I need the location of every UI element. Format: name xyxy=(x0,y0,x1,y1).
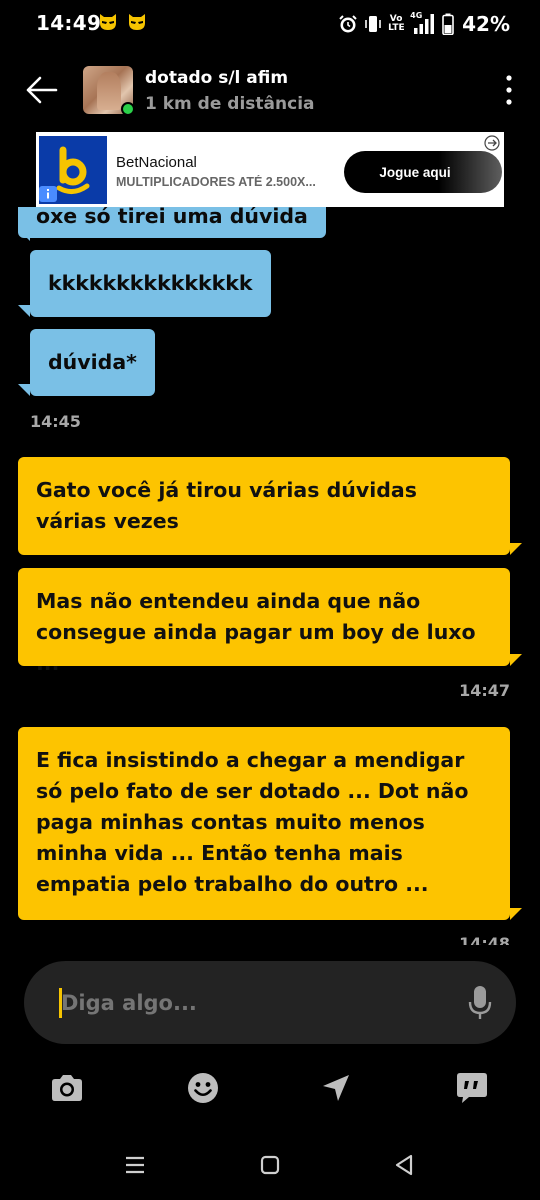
bubble-tail xyxy=(510,654,522,666)
contact-distance: 1 km de distância xyxy=(145,94,315,114)
battery-percentage: 42% xyxy=(462,12,510,36)
message-bubble-incoming[interactable]: kkkkkkkkkkkkkkk xyxy=(30,250,271,317)
back-nav-icon[interactable] xyxy=(391,1152,417,1178)
more-options-icon[interactable] xyxy=(504,74,514,106)
grindr-mask-icon xyxy=(129,14,145,30)
status-bar: 14:49 Vo LTE 4G 42% xyxy=(0,0,540,48)
chat-toolbar xyxy=(0,1066,540,1110)
camera-icon[interactable] xyxy=(49,1070,85,1106)
alarm-icon xyxy=(339,15,357,33)
online-indicator xyxy=(121,102,135,116)
message-timestamp: 14:47 xyxy=(459,681,510,700)
message-timestamp: 14:48 xyxy=(459,934,510,945)
message-text: E fica insistindo a chegar a mendigar só… xyxy=(36,748,469,896)
message-composer[interactable] xyxy=(24,961,516,1044)
message-timestamp: 14:45 xyxy=(30,412,81,431)
home-icon[interactable] xyxy=(257,1152,283,1178)
back-arrow-icon[interactable] xyxy=(22,72,62,108)
message-input[interactable] xyxy=(61,987,441,1019)
bubble-tail xyxy=(510,543,522,555)
microphone-icon[interactable] xyxy=(468,985,492,1021)
ad-title[interactable]: BetNacional xyxy=(116,154,197,171)
ad-cta-button[interactable]: Jogue aqui xyxy=(344,151,502,193)
bubble-tail xyxy=(18,305,30,317)
contact-name[interactable]: dotado s/l afim xyxy=(145,68,288,88)
message-bubble-outgoing[interactable]: Gato você já tirou várias dúvidas várias… xyxy=(18,457,510,555)
message-bubble-incoming[interactable]: oxe só tirei uma dúvida xyxy=(18,207,326,238)
volte-text: Vo LTE xyxy=(388,14,405,33)
status-time: 14:49 xyxy=(36,11,102,35)
sticker-icon[interactable] xyxy=(185,1070,221,1106)
recent-apps-icon[interactable] xyxy=(122,1152,148,1178)
ad-banner[interactable]: BetNacional MULTIPLICADORES ATÉ 2.500X..… xyxy=(36,132,504,207)
volte-label: Vo LTE xyxy=(388,14,405,33)
message-text: kkkkkkkkkkkkkkk xyxy=(48,271,253,295)
message-list[interactable]: oxe só tirei uma dúvida kkkkkkkkkkkkkkk … xyxy=(0,207,540,945)
battery-icon xyxy=(442,13,454,35)
bubble-tail xyxy=(18,384,30,396)
bubble-tail xyxy=(510,908,522,920)
message-text: oxe só tirei uma dúvida xyxy=(36,207,308,228)
message-bubble-outgoing[interactable]: E fica insistindo a chegar a mendigar só… xyxy=(18,727,510,920)
ad-choices-arrow-icon[interactable] xyxy=(484,135,500,151)
saved-phrases-icon[interactable] xyxy=(454,1070,490,1106)
message-bubble-outgoing[interactable]: Mas não entendeu ainda que não consegue … xyxy=(18,568,510,675)
location-icon[interactable] xyxy=(318,1070,354,1106)
ad-info-icon[interactable] xyxy=(39,186,57,202)
signal-icon: 4G xyxy=(410,11,436,35)
message-text: dúvida* xyxy=(48,350,137,374)
ad-subtitle[interactable]: MULTIPLICADORES ATÉ 2.500X... xyxy=(116,175,336,189)
message-text: Mas não entendeu ainda que não consegue … xyxy=(36,589,476,675)
message-text: Gato você já tirou várias dúvidas várias… xyxy=(36,478,417,533)
message-bubble-incoming[interactable]: dúvida* xyxy=(30,329,155,396)
grindr-mask-icon xyxy=(100,14,116,30)
system-navigation-bar xyxy=(0,1140,540,1188)
vibrate-icon xyxy=(365,16,381,32)
bubble-tail xyxy=(18,229,30,241)
chat-header: dotado s/l afim 1 km de distância xyxy=(0,58,540,122)
